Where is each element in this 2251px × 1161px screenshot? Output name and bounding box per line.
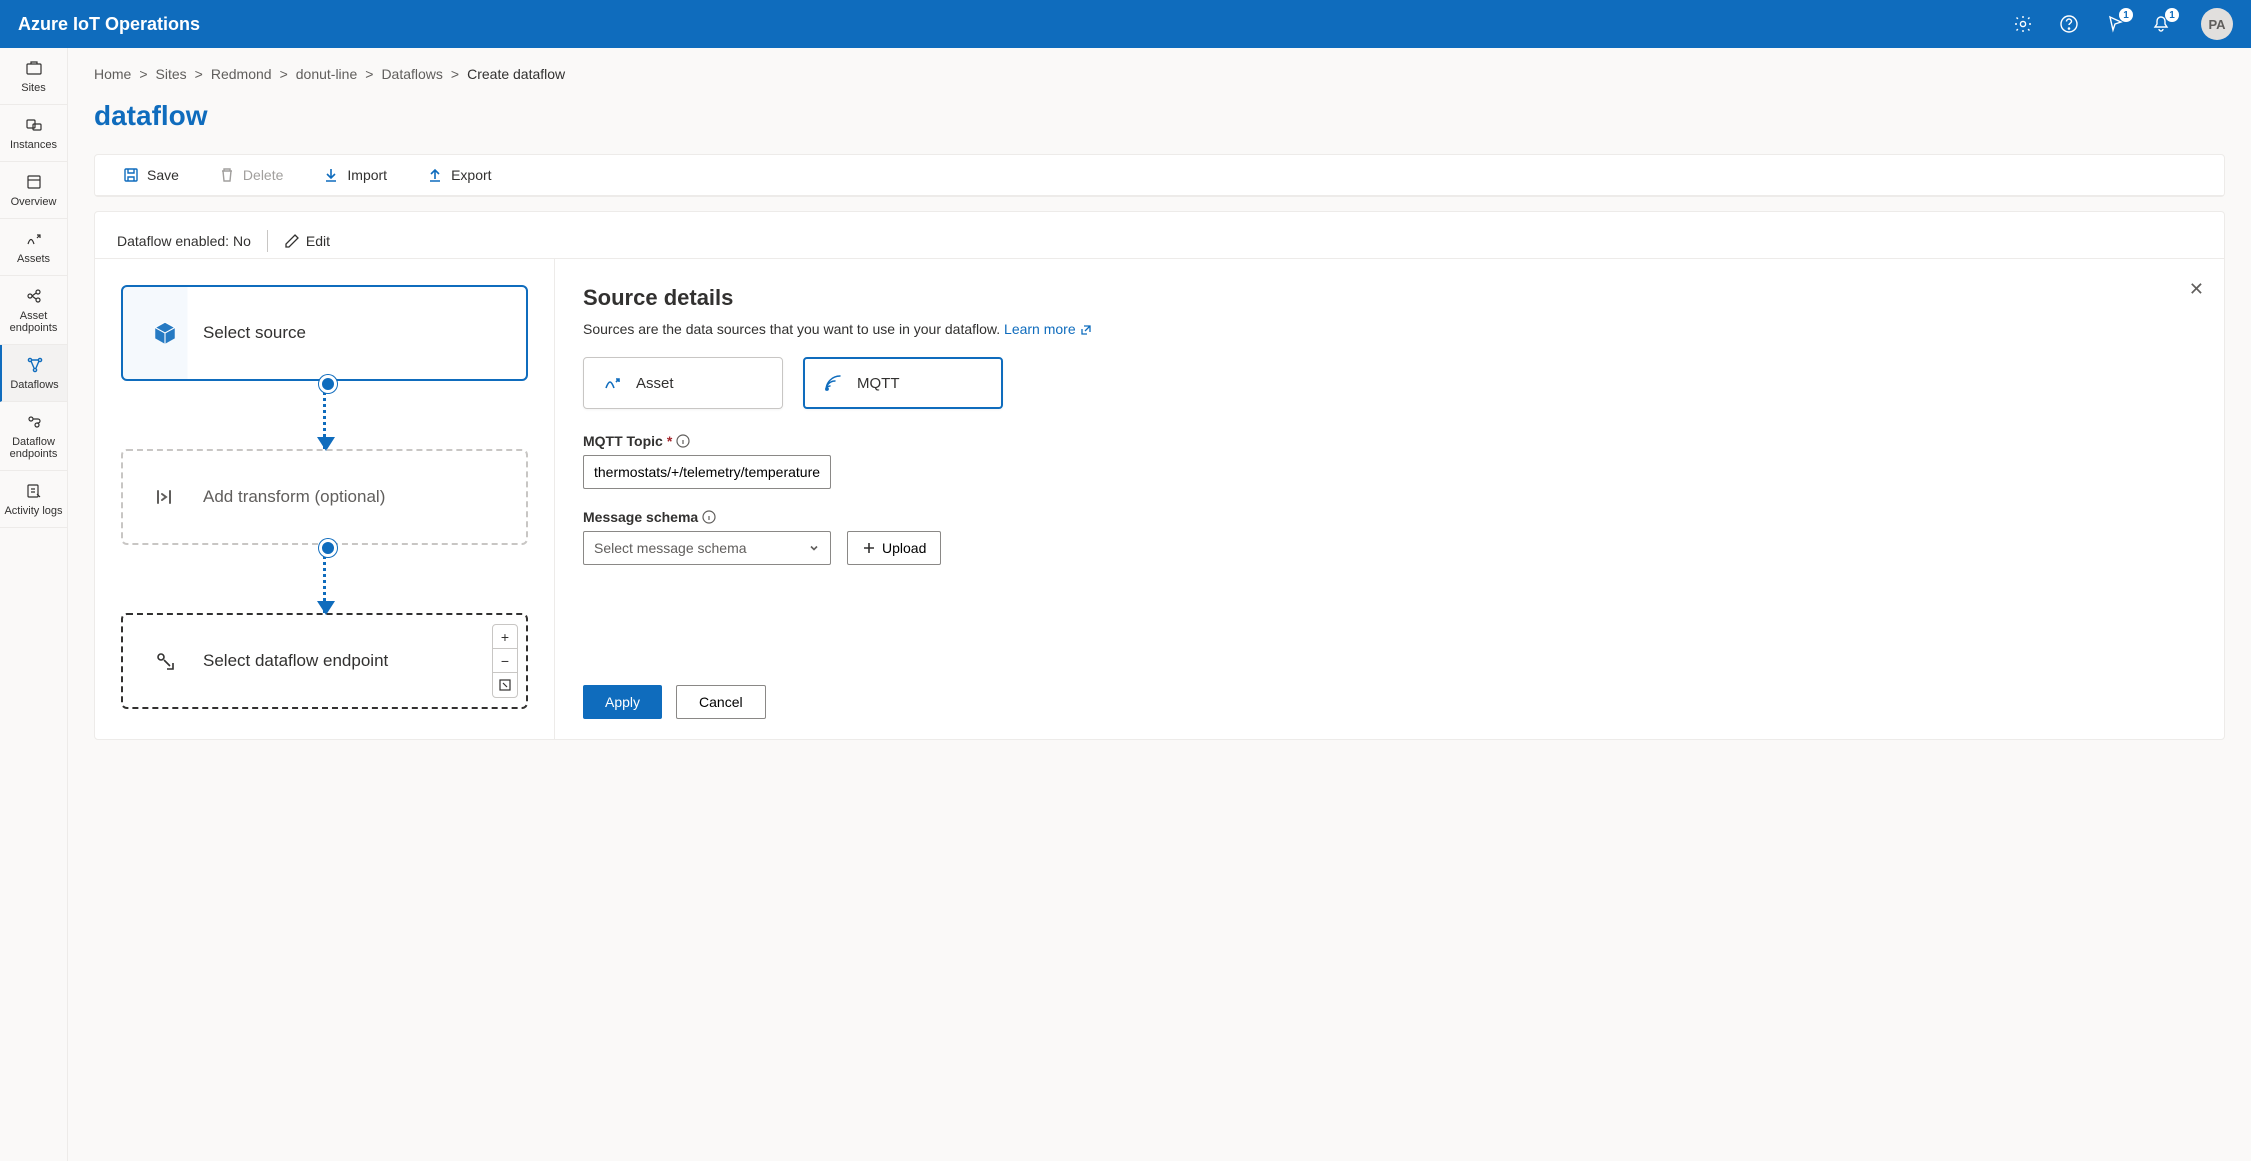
rail-item-overview[interactable]: Overview [0,162,67,219]
divider [267,230,268,252]
export-button[interactable]: Export [427,167,491,183]
activity-logs-icon [24,481,44,501]
notifications-icon[interactable]: 1 [2149,12,2173,36]
save-button[interactable]: Save [123,167,179,183]
status-label: Dataflow enabled: No [117,233,251,249]
field-label: Message schema [583,509,698,525]
help-icon[interactable] [2057,12,2081,36]
cube-icon [151,319,179,347]
info-icon[interactable] [702,510,716,524]
source-type-mqtt[interactable]: MQTT [803,357,1003,409]
rail-label: Asset endpoints [4,310,63,334]
feedback-icon[interactable]: 1 [2103,12,2127,36]
details-panel: ✕ Source details Sources are the data so… [555,259,2224,739]
edit-button[interactable]: Edit [284,233,330,249]
delete-icon [219,167,235,183]
toolbar: Save Delete Import Export [95,155,2224,196]
footer-actions: Apply Cancel [583,655,2196,719]
left-rail: Sites Instances Overview Assets Asset en… [0,48,68,1161]
sites-icon [24,58,44,78]
settings-icon[interactable] [2011,12,2035,36]
delete-button: Delete [219,167,283,183]
overview-icon [24,172,44,192]
feedback-badge: 1 [2119,8,2133,22]
chevron-down-icon [808,542,820,554]
fit-button[interactable] [493,673,517,697]
message-schema-field: Message schema Select message schema Upl… [583,509,2196,565]
asset-endpoints-icon [24,286,44,306]
details-description: Sources are the data sources that you wa… [583,321,2196,337]
import-button[interactable]: Import [323,167,387,183]
breadcrumb: Home> Sites> Redmond> donut-line> Datafl… [94,66,2225,82]
transform-icon [151,483,179,511]
rail-label: Overview [11,196,57,208]
toolbar-card: Save Delete Import Export [94,154,2225,197]
schema-select[interactable]: Select message schema [583,531,831,565]
node-source[interactable]: Select source [121,285,528,381]
dataflows-icon [25,355,45,375]
breadcrumb-current: Create dataflow [467,66,565,82]
node-transform[interactable]: Add transform (optional) [121,449,528,545]
breadcrumb-link[interactable]: donut-line [296,66,358,82]
endpoint-icon [151,647,179,675]
avatar[interactable]: PA [2201,8,2233,40]
rail-item-dataflow-endpoints[interactable]: Dataflow endpoints [0,402,67,471]
top-header: Azure IoT Operations 1 1 PA [0,0,2251,48]
rail-label: Dataflows [10,379,58,391]
cancel-button[interactable]: Cancel [676,685,766,719]
save-icon [123,167,139,183]
required-indicator: * [667,433,672,449]
apply-button[interactable]: Apply [583,685,662,719]
mqtt-topic-input[interactable] [583,455,831,489]
export-icon [427,167,443,183]
upload-button[interactable]: Upload [847,531,941,565]
connector [323,381,326,449]
main-content: Home> Sites> Redmond> donut-line> Datafl… [68,48,2251,1161]
endpoint-controls: + − [492,624,518,698]
assets-icon [24,229,44,249]
connector [323,545,326,613]
rail-item-asset-endpoints[interactable]: Asset endpoints [0,276,67,345]
node-endpoint[interactable]: Select dataflow endpoint + − [121,613,528,709]
rail-label: Dataflow endpoints [4,436,63,460]
rail-label: Sites [21,82,45,94]
workspace-card: Dataflow enabled: No Edit Select source [94,211,2225,740]
status-bar: Dataflow enabled: No Edit [95,212,2224,259]
breadcrumb-link[interactable]: Redmond [211,66,272,82]
breadcrumb-link[interactable]: Home [94,66,131,82]
breadcrumb-link[interactable]: Sites [156,66,187,82]
rail-item-instances[interactable]: Instances [0,105,67,162]
rail-label: Activity logs [4,505,62,517]
breadcrumb-link[interactable]: Dataflows [381,66,442,82]
notifications-badge: 1 [2165,8,2179,22]
page-title: dataflow [94,100,2225,132]
rail-item-assets[interactable]: Assets [0,219,67,276]
rail-item-sites[interactable]: Sites [0,48,67,105]
learn-more-link[interactable]: Learn more [1004,321,1091,337]
source-type-asset[interactable]: Asset [583,357,783,409]
field-label: MQTT Topic [583,433,663,449]
close-icon[interactable]: ✕ [2189,279,2204,300]
dataflow-endpoints-icon [24,412,44,432]
rail-label: Assets [17,253,50,265]
asset-arrow-icon [602,373,622,393]
import-icon [323,167,339,183]
flow-canvas: Select source Add transform (optional) S… [95,259,555,739]
rail-item-dataflows[interactable]: Dataflows [0,345,67,402]
instances-icon [24,115,44,135]
zoom-in-button[interactable]: + [493,625,517,649]
details-title: Source details [583,285,2196,311]
mqtt-icon [823,373,843,393]
source-type-selector: Asset MQTT [583,357,2196,409]
rail-label: Instances [10,139,57,151]
plus-icon [862,541,876,555]
mqtt-topic-field: MQTT Topic * [583,433,2196,489]
edit-icon [284,233,300,249]
header-actions: 1 1 PA [2011,8,2233,40]
rail-item-activity-logs[interactable]: Activity logs [0,471,67,528]
brand-title: Azure IoT Operations [18,14,2011,35]
info-icon[interactable] [676,434,690,448]
zoom-out-button[interactable]: − [493,649,517,673]
